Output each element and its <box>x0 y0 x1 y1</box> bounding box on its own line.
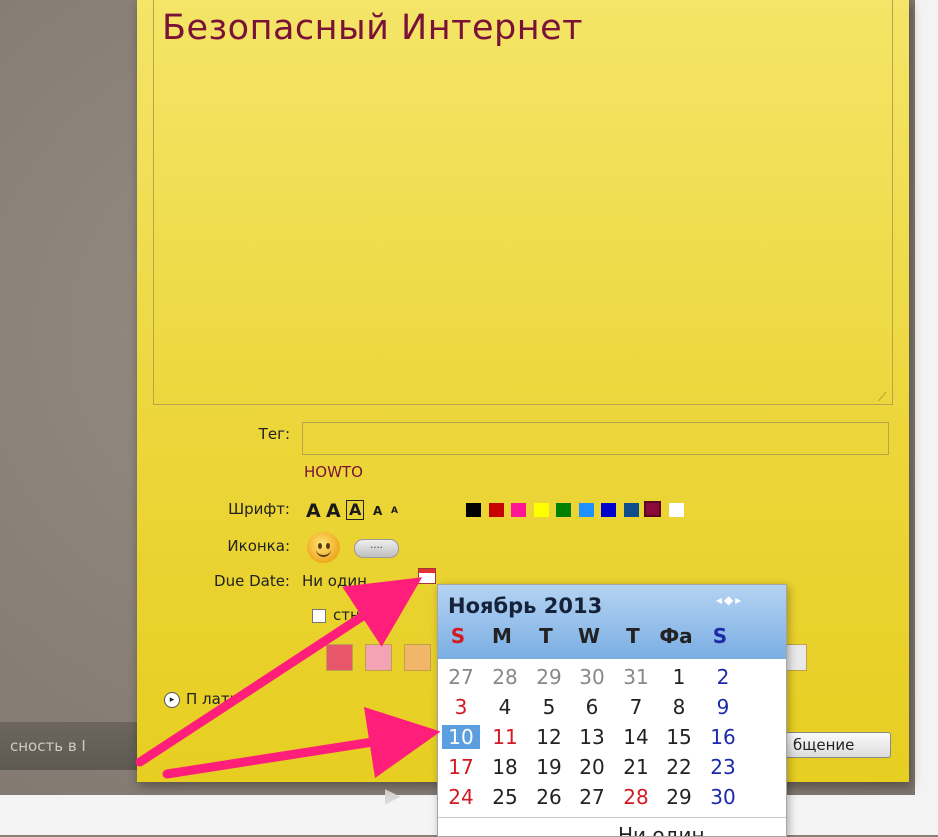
font-size-large[interactable]: A <box>306 500 321 522</box>
bg-color-swatch-orange[interactable] <box>404 644 431 671</box>
calendar-month-title: Ноябрь 2013 <box>448 594 603 618</box>
calendar-weekday: W <box>577 624 601 648</box>
calendar-day[interactable]: 29 <box>530 665 568 689</box>
font-color-swatch[interactable] <box>578 503 594 517</box>
calendar-day[interactable]: 18 <box>486 755 524 779</box>
calendar-day[interactable]: 31 <box>617 665 655 689</box>
calendar-weekday: T <box>539 624 553 648</box>
font-color-swatch[interactable] <box>623 503 639 517</box>
calendar-day[interactable]: 2 <box>704 665 742 689</box>
calendar-day[interactable]: 12 <box>530 725 568 749</box>
calendar-day[interactable]: 28 <box>486 665 524 689</box>
font-color-swatch[interactable] <box>488 503 504 517</box>
calendar-day[interactable]: 15 <box>660 725 698 749</box>
calendar-weekday: T <box>626 624 640 648</box>
calendar-day[interactable]: 17 <box>442 755 480 779</box>
calendar-weekday: Фа <box>659 624 693 648</box>
resize-handle-icon[interactable]: ⟋ <box>878 390 886 405</box>
tag-input[interactable] <box>302 422 889 455</box>
public-label: стный <box>333 606 382 624</box>
calendar-popup: Ноябрь 2013 ◂◆▸ S M T W T Фа S 27 28 29 30 31 1 2 3 4 5… <box>437 584 787 837</box>
note-text-area[interactable] <box>153 0 893 405</box>
calendar-day[interactable]: 11 <box>486 725 524 749</box>
calendar-day[interactable]: 4 <box>486 695 524 719</box>
note-title[interactable]: Безопасный Интернет <box>162 8 583 48</box>
calendar-weekday: M <box>492 624 512 648</box>
bg-color-swatch-gray[interactable] <box>785 644 807 671</box>
font-color-swatch[interactable] <box>668 503 684 517</box>
due-date-label: Due Date: <box>214 572 290 590</box>
font-color-swatch[interactable] <box>466 503 481 517</box>
calendar-day[interactable]: 21 <box>617 755 655 779</box>
font-size-smallest[interactable]: A <box>391 506 398 516</box>
calendar-day[interactable]: 26 <box>530 785 568 809</box>
calendar-day[interactable]: 28 <box>617 785 655 809</box>
calendar-day[interactable]: 16 <box>704 725 742 749</box>
calendar-day[interactable]: 23 <box>704 755 742 779</box>
more-icons-button[interactable]: .... <box>354 539 399 558</box>
calendar-day[interactable]: 30 <box>573 665 611 689</box>
tag-suggestion[interactable]: HOWTO <box>304 463 363 481</box>
calendar-day[interactable]: 22 <box>660 755 698 779</box>
send-link[interactable]: П лать <box>186 690 238 708</box>
icon-label: Иконка: <box>227 537 290 555</box>
calendar-separator <box>438 817 786 818</box>
play-icon: ▶ <box>385 783 401 807</box>
calendar-day[interactable]: 20 <box>573 755 611 779</box>
font-size-medium-large[interactable]: A <box>326 500 341 522</box>
calendar-weekday: S <box>712 624 728 648</box>
font-size-small[interactable]: A <box>373 504 382 518</box>
calendar-day[interactable]: 27 <box>573 785 611 809</box>
calendar-day[interactable]: 14 <box>617 725 655 749</box>
calendar-day[interactable]: 10 <box>442 725 480 749</box>
calendar-day[interactable]: 5 <box>530 695 568 719</box>
right-edge <box>915 0 938 835</box>
font-label: Шрифт: <box>228 500 290 518</box>
calendar-day[interactable]: 13 <box>573 725 611 749</box>
public-checkbox[interactable] <box>312 609 326 623</box>
tag-label: Тег: <box>258 425 290 443</box>
due-date-value[interactable]: Ни один <box>302 572 367 590</box>
font-size-selected[interactable]: A <box>346 500 365 520</box>
calendar-day[interactable]: 19 <box>530 755 568 779</box>
calendar-day[interactable]: 9 <box>704 695 742 719</box>
calendar-day[interactable]: 6 <box>573 695 611 719</box>
save-message-button[interactable]: бщение <box>780 732 891 758</box>
font-color-swatch[interactable] <box>601 503 616 517</box>
calendar-day[interactable]: 8 <box>660 695 698 719</box>
calendar-day[interactable]: 7 <box>617 695 655 719</box>
calendar-nav-arrows-icon[interactable]: ◂◆▸ <box>716 593 743 607</box>
calendar-day[interactable]: 29 <box>660 785 698 809</box>
font-color-swatch[interactable] <box>511 503 526 517</box>
bg-color-swatch-pink[interactable] <box>365 644 392 671</box>
calendar-icon[interactable] <box>418 568 436 584</box>
font-color-swatch[interactable] <box>644 501 661 517</box>
send-arrow-icon[interactable]: ▸ <box>164 692 180 708</box>
font-color-swatch[interactable] <box>556 503 571 517</box>
calendar-day[interactable]: 27 <box>442 665 480 689</box>
calendar-day[interactable]: 3 <box>442 695 480 719</box>
calendar-weekday: S <box>450 624 466 648</box>
calendar-day[interactable]: 30 <box>704 785 742 809</box>
background-strip-text: сность в I <box>10 737 86 755</box>
bg-color-swatch-red[interactable] <box>326 644 353 671</box>
smiley-icon[interactable] <box>307 532 340 563</box>
calendar-day[interactable]: 24 <box>442 785 480 809</box>
calendar-day[interactable]: 1 <box>660 665 698 689</box>
font-color-swatch[interactable] <box>533 503 549 517</box>
calendar-day[interactable]: 25 <box>486 785 524 809</box>
